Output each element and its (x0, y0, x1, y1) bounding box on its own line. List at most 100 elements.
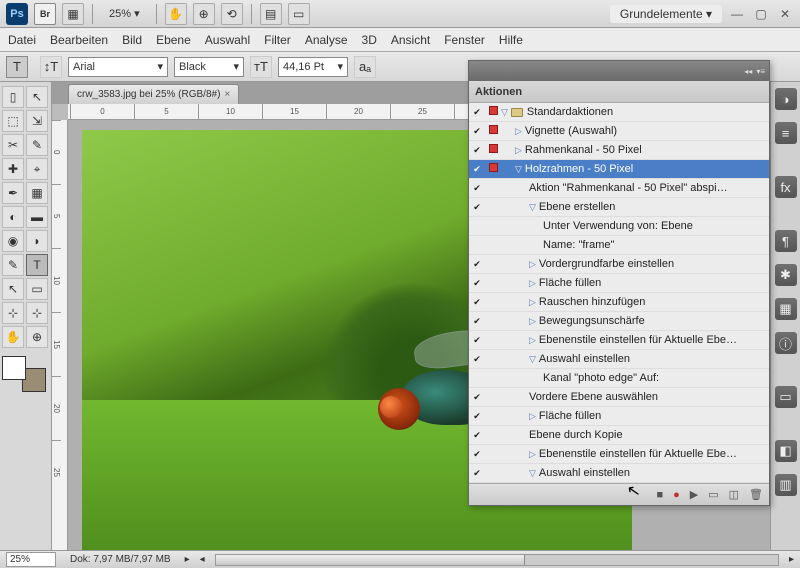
action-row[interactable]: ✔▷Fläche füllen (469, 407, 769, 426)
disclosure-icon[interactable]: ▽ (529, 202, 536, 213)
tool-history[interactable]: ▦ (26, 182, 48, 204)
toggle-check[interactable]: ✔ (469, 278, 485, 289)
menu-fenster[interactable]: Fenster (444, 33, 485, 47)
close-button[interactable]: ✕ (778, 7, 792, 21)
tool-heal[interactable]: ✚ (2, 158, 24, 180)
scroll-left-icon[interactable]: ◂ (200, 554, 205, 565)
menu-filter[interactable]: Filter (264, 33, 291, 47)
action-row[interactable]: Kanal "photo edge" Auf: (469, 369, 769, 388)
menu-hilfe[interactable]: Hilfe (499, 33, 523, 47)
tool-eraser[interactable]: ◐ (2, 206, 24, 228)
tab-close-icon[interactable]: × (224, 89, 230, 100)
dock-info-icon[interactable]: ⓘ (775, 332, 797, 354)
bridge-icon[interactable]: Br (34, 3, 56, 25)
tool-text[interactable]: T (26, 254, 48, 276)
tool-shape[interactable]: ▭ (26, 278, 48, 300)
action-row[interactable]: ✔▷Vordergrundfarbe einstellen (469, 255, 769, 274)
toggle-check[interactable]: ✔ (469, 202, 485, 213)
toggle-check[interactable]: ✔ (469, 354, 485, 365)
maximize-button[interactable]: ▢ (754, 7, 768, 21)
toggle-check[interactable]: ✔ (469, 259, 485, 270)
menu-auswahl[interactable]: Auswahl (205, 33, 250, 47)
font-style-select[interactable]: Black▾ (174, 57, 244, 77)
action-row[interactable]: ✔▷Bewegungsunschärfe (469, 312, 769, 331)
menu-icon[interactable]: ▾≡ (756, 67, 765, 76)
tool-preset[interactable]: T (6, 56, 28, 78)
document-tab[interactable]: crw_3583.jpg bei 25% (RGB/8#) × (68, 84, 239, 104)
toggle-check[interactable]: ✔ (469, 126, 485, 137)
toggle-check[interactable]: ✔ (469, 335, 485, 346)
action-row[interactable]: Unter Verwendung von: Ebene (469, 217, 769, 236)
tool-crop[interactable]: ✂ (2, 134, 24, 156)
text-orient-icon[interactable]: ↕T (40, 56, 62, 78)
trash-button[interactable]: 🗑 (749, 488, 763, 501)
color-swatch[interactable] (2, 356, 46, 392)
action-row[interactable]: ✔▽Auswahl einstellen (469, 350, 769, 369)
action-row[interactable]: Name: "frame" (469, 236, 769, 255)
zoom-display[interactable]: 25% ▾ (101, 7, 148, 20)
tool-brush[interactable]: ⌖ (26, 158, 48, 180)
toggle-check[interactable]: ✔ (469, 316, 485, 327)
disclosure-icon[interactable]: ▷ (529, 278, 536, 289)
tool-zoom[interactable]: ⊕ (26, 326, 48, 348)
tool-stamp[interactable]: ✒ (2, 182, 24, 204)
dock-layers-icon[interactable]: ▦ (775, 298, 797, 320)
modal-toggle[interactable] (485, 144, 501, 156)
tool-pen[interactable]: ✎ (2, 254, 24, 276)
toggle-check[interactable]: ✔ (469, 392, 485, 403)
new-action-button[interactable]: ◫ (729, 488, 739, 501)
stop-button[interactable]: ■ (656, 489, 663, 501)
tool-eyedrop[interactable]: ✎ (26, 134, 48, 156)
play-button[interactable]: ▶ (690, 488, 698, 501)
action-row[interactable]: ✔Aktion "Rahmenkanal - 50 Pixel" abspi… (469, 179, 769, 198)
dock-settings-icon[interactable]: ✱ (775, 264, 797, 286)
tool-blur[interactable]: ◉ (2, 230, 24, 252)
arrange-icon[interactable]: ▤ (260, 3, 282, 25)
tool-dodge[interactable]: ◗ (26, 230, 48, 252)
action-row[interactable]: ✔▷Ebenenstile einstellen für Aktuelle Eb… (469, 331, 769, 350)
disclosure-icon[interactable]: ▷ (515, 126, 522, 137)
info-arrow-icon[interactable]: ▸ (185, 554, 190, 565)
tool-move[interactable]: ▯ (2, 86, 24, 108)
toggle-check[interactable]: ✔ (469, 183, 485, 194)
action-row[interactable]: ✔▷Rauschen hinzufügen (469, 293, 769, 312)
scroll-right-icon[interactable]: ▸ (789, 554, 794, 565)
toggle-check[interactable]: ✔ (469, 430, 485, 441)
disclosure-icon[interactable]: ▷ (529, 316, 536, 327)
h-scrollbar[interactable] (215, 554, 779, 566)
action-row[interactable]: ✔▷Rahmenkanal - 50 Pixel (469, 141, 769, 160)
action-row[interactable]: ✔▽Holzrahmen - 50 Pixel (469, 160, 769, 179)
action-row[interactable]: ✔▷Fläche füllen (469, 274, 769, 293)
tool-arrow[interactable]: ↖ (26, 86, 48, 108)
dock-brush-icon[interactable]: ¶ (775, 230, 797, 252)
disclosure-icon[interactable]: ▷ (529, 449, 536, 460)
panel-tab-aktionen[interactable]: Aktionen (469, 81, 769, 103)
hand-icon[interactable]: ✋ (165, 3, 187, 25)
dock-styles-icon[interactable]: fx (775, 176, 797, 198)
tool-gradient[interactable]: ▬ (26, 206, 48, 228)
menu-ansicht[interactable]: Ansicht (391, 33, 430, 47)
tool-3d[interactable]: ⊹ (2, 302, 24, 324)
history-icon[interactable]: ▦ (62, 3, 84, 25)
action-row[interactable]: ✔Ebene durch Kopie (469, 426, 769, 445)
record-button[interactable]: ● (673, 489, 680, 501)
dock-misc3-icon[interactable]: ▥ (775, 474, 797, 496)
disclosure-icon[interactable]: ▷ (529, 297, 536, 308)
toggle-check[interactable]: ✔ (469, 449, 485, 460)
action-row[interactable]: ✔▽Auswahl einstellen (469, 464, 769, 483)
action-row[interactable]: ✔Vordere Ebene auswählen (469, 388, 769, 407)
menu-ebene[interactable]: Ebene (156, 33, 191, 47)
minimize-button[interactable]: — (730, 7, 744, 21)
action-row[interactable]: ✔▽Ebene erstellen (469, 198, 769, 217)
modal-toggle[interactable] (485, 106, 501, 118)
ps-icon[interactable]: Ps (6, 3, 28, 25)
collapse-icon[interactable]: ◂◂ (744, 67, 752, 76)
rotate-icon[interactable]: ⟲ (221, 3, 243, 25)
font-family-select[interactable]: Arial▾ (68, 57, 168, 77)
menu-datei[interactable]: Datei (8, 33, 36, 47)
menu-analyse[interactable]: Analyse (305, 33, 348, 47)
toggle-check[interactable]: ✔ (469, 297, 485, 308)
panel-dragbar[interactable]: ◂◂ ▾≡ (469, 61, 769, 81)
menu-bild[interactable]: Bild (122, 33, 142, 47)
disclosure-icon[interactable]: ▽ (501, 107, 508, 118)
